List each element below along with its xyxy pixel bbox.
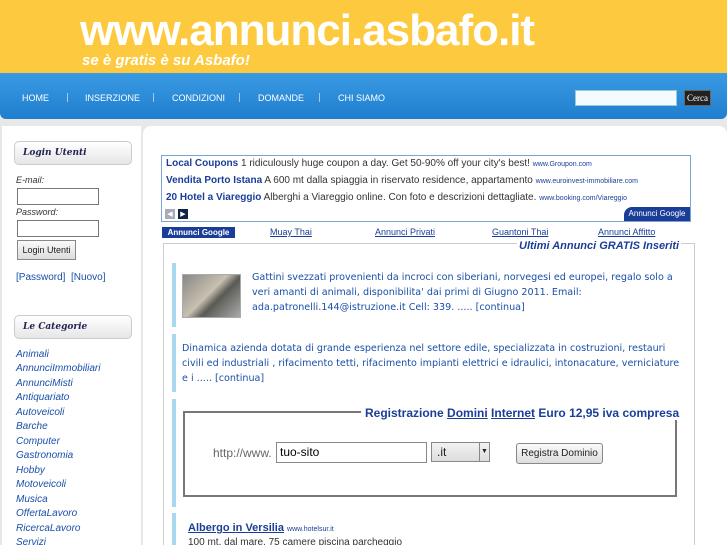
- ads-by-google[interactable]: Annunci Google: [624, 207, 690, 221]
- category-link[interactable]: Gastronomia: [16, 450, 73, 461]
- internet-link[interactable]: Internet: [491, 406, 535, 420]
- nav-condizioni[interactable]: CONDIZIONI: [172, 93, 225, 103]
- nav-inserzione[interactable]: INSERZIONE: [85, 93, 140, 103]
- ad-next-icon[interactable]: ▶: [178, 209, 188, 219]
- search-input[interactable]: [575, 90, 677, 106]
- url-prefix: http://www.: [213, 446, 272, 460]
- password-link[interactable]: [Password]: [16, 272, 65, 283]
- bottom-ad-desc: 100 mt. dal mare, 75 camere piscina parc…: [188, 537, 403, 545]
- ad-item[interactable]: Local Coupons 1 ridiculously huge coupon…: [166, 158, 592, 169]
- password-field[interactable]: [17, 220, 99, 237]
- category-link[interactable]: Antiquariato: [16, 392, 69, 403]
- listing-text[interactable]: Gattini svezzati provenienti da incroci …: [252, 270, 680, 315]
- ad-link[interactable]: Guantoni Thai: [492, 227, 548, 237]
- category-link[interactable]: AnnunciMisti: [16, 378, 73, 389]
- category-link[interactable]: Animali: [16, 349, 49, 360]
- ad-link[interactable]: Annunci Privati: [375, 227, 435, 237]
- search-button[interactable]: Cerca: [684, 90, 711, 106]
- email-label: E-mail:: [16, 175, 45, 185]
- email-field[interactable]: [17, 188, 99, 205]
- category-link[interactable]: OffertaLavoro: [16, 508, 77, 519]
- category-link[interactable]: Servizi: [16, 537, 46, 545]
- ad-link-google[interactable]: Annunci Google: [162, 227, 235, 238]
- listings-title: Ultimi Annunci GRATIS Inseriti: [517, 240, 682, 252]
- domain-title: Registrazione Domini Internet Euro 12,95…: [361, 406, 684, 420]
- ad-item[interactable]: 20 Hotel a Viareggio Alberghi a Viareggi…: [166, 192, 627, 203]
- google-ads-box: Local Coupons 1 ridiculously huge coupon…: [161, 155, 691, 222]
- listing-text[interactable]: Dinamica azienda dotata di grande esperi…: [182, 341, 682, 386]
- nav-separator: |: [238, 93, 242, 103]
- category-link[interactable]: Musica: [16, 494, 48, 505]
- ad-link[interactable]: Annunci Affitto: [598, 227, 655, 237]
- new-user-link[interactable]: [Nuovo]: [71, 272, 105, 283]
- nav-separator: |: [152, 93, 156, 103]
- account-links: [Password] [Nuovo]: [16, 272, 106, 283]
- site-title[interactable]: www.annunci.asbafo.it: [80, 6, 535, 56]
- password-label: Password:: [16, 207, 59, 217]
- category-link[interactable]: Barche: [16, 421, 48, 432]
- nav-separator: |: [318, 93, 322, 103]
- category-link[interactable]: AnnunciImmobiliari: [16, 363, 100, 374]
- bottom-ad[interactable]: Albergo in Versilia www.hotelsur.it: [188, 522, 334, 534]
- domini-link[interactable]: Domini: [447, 406, 488, 420]
- tld-select[interactable]: .it ▼: [431, 442, 490, 462]
- category-link[interactable]: Computer: [16, 436, 60, 447]
- login-button[interactable]: Login Utenti: [17, 240, 76, 260]
- header: www.annunci.asbafo.it se è gratis è su A…: [0, 0, 727, 75]
- ad-item[interactable]: Vendita Porto Istana A 600 mt dalla spia…: [166, 175, 638, 186]
- dropdown-arrow-icon: ▼: [479, 443, 489, 461]
- ad-prev-icon[interactable]: ◀: [165, 209, 175, 219]
- nav-chi-siamo[interactable]: CHI SIAMO: [338, 93, 385, 103]
- category-link[interactable]: Autoveicoli: [16, 407, 64, 418]
- nav-domande[interactable]: DOMANDE: [258, 93, 304, 103]
- category-link[interactable]: Hobby: [16, 465, 45, 476]
- nav-separator: |: [66, 93, 70, 103]
- category-link[interactable]: Motoveicoli: [16, 479, 66, 490]
- login-box-title: Login Utenti: [14, 141, 132, 165]
- domain-input[interactable]: tuo-sito: [276, 442, 427, 463]
- category-link[interactable]: RicercaLavoro: [16, 523, 80, 534]
- site-slogan: se è gratis è su Asbafo!: [82, 52, 250, 69]
- listing-thumbnail[interactable]: [182, 274, 241, 318]
- ad-link[interactable]: Muay Thai: [270, 227, 312, 237]
- nav-home[interactable]: HOME: [22, 93, 49, 103]
- categories-title: Le Categorie: [14, 315, 132, 339]
- register-domain-button[interactable]: Registra Dominio: [516, 443, 603, 464]
